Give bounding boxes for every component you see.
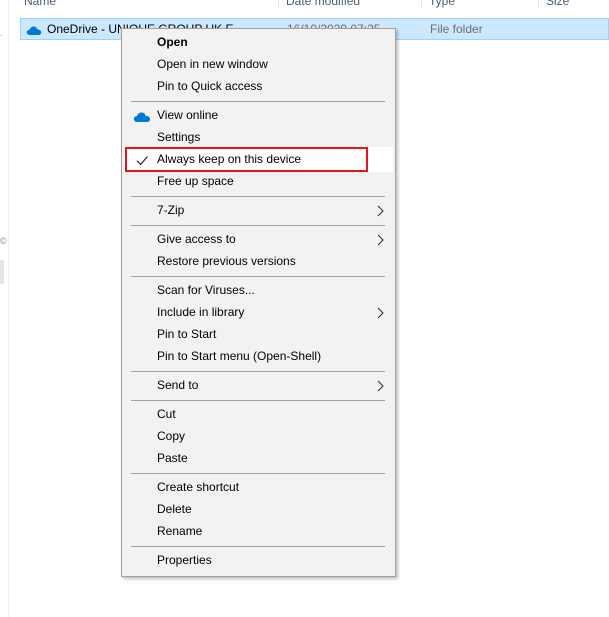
menu-item-pin-to-start-menu-open-shell[interactable]: Pin to Start menu (Open-Shell) — [124, 346, 393, 368]
menu-item-give-access-to[interactable]: Give access to — [124, 229, 393, 251]
file-type: File folder — [430, 22, 483, 36]
menu-item-label: Free up space — [157, 174, 234, 188]
nav-glyph: © — [0, 236, 7, 246]
menu-separator — [131, 101, 385, 102]
menu-item-label: Include in library — [157, 305, 245, 319]
menu-item-7-zip[interactable]: 7-Zip — [124, 200, 393, 222]
menu-item-view-online[interactable]: View online — [124, 105, 393, 127]
menu-item-open[interactable]: Open — [124, 32, 393, 54]
menu-item-label: Scan for Viruses... — [157, 283, 255, 297]
menu-item-delete[interactable]: Delete — [124, 499, 393, 521]
menu-item-open-in-new-window[interactable]: Open in new window — [124, 54, 393, 76]
menu-item-label: Restore previous versions — [157, 254, 296, 268]
column-divider[interactable] — [421, 0, 422, 8]
column-divider[interactable] — [278, 0, 279, 8]
menu-item-include-in-library[interactable]: Include in library — [124, 302, 393, 324]
column-divider[interactable] — [538, 0, 539, 8]
menu-separator — [131, 276, 385, 277]
menu-item-pin-to-start[interactable]: Pin to Start — [124, 324, 393, 346]
navigation-pane-selection — [0, 260, 4, 284]
submenu-arrow-icon — [377, 307, 384, 319]
menu-item-label: Rename — [157, 524, 203, 538]
menu-item-label: Pin to Start — [157, 327, 217, 341]
menu-item-label: Open in new window — [157, 57, 268, 71]
menu-item-label: View online — [157, 108, 219, 122]
context-menu: Open Open in new window Pin to Quick acc… — [121, 28, 396, 577]
menu-separator — [131, 546, 385, 547]
menu-item-label: Create shortcut — [157, 480, 240, 494]
menu-item-copy[interactable]: Copy — [124, 426, 393, 448]
menu-item-rename[interactable]: Rename — [124, 521, 393, 543]
menu-item-label: Send to — [157, 378, 199, 392]
menu-item-restore-previous-versions[interactable]: Restore previous versions — [124, 251, 393, 273]
menu-item-label: Cut — [157, 407, 176, 421]
nav-glyph: · — [0, 30, 3, 40]
navigation-pane-edge — [0, 0, 9, 617]
menu-separator — [131, 225, 385, 226]
menu-item-cut[interactable]: Cut — [124, 404, 393, 426]
menu-item-send-to[interactable]: Send to — [124, 375, 393, 397]
menu-item-label: 7-Zip — [157, 203, 185, 217]
column-header-type[interactable]: Type — [429, 0, 455, 8]
submenu-arrow-icon — [377, 205, 384, 217]
onedrive-cloud-icon — [26, 26, 42, 35]
column-header-date-modified[interactable]: Date modified — [286, 0, 360, 8]
menu-item-label: Copy — [157, 429, 186, 443]
menu-item-label: Delete — [157, 502, 192, 516]
menu-separator — [131, 196, 385, 197]
menu-item-label: Paste — [157, 451, 188, 465]
menu-item-settings[interactable]: Settings — [124, 127, 393, 149]
menu-item-free-up-space[interactable]: Free up space — [124, 171, 393, 193]
menu-separator — [131, 400, 385, 401]
menu-item-create-shortcut[interactable]: Create shortcut — [124, 477, 393, 499]
column-header-name[interactable]: Name — [24, 0, 56, 8]
submenu-arrow-icon — [377, 234, 384, 246]
menu-item-properties[interactable]: Properties — [124, 550, 393, 572]
menu-item-scan-for-viruses[interactable]: Scan for Viruses... — [124, 280, 393, 302]
menu-separator — [131, 371, 385, 372]
menu-item-label: Pin to Start menu (Open-Shell) — [157, 349, 322, 363]
menu-item-paste[interactable]: Paste — [124, 448, 393, 470]
column-header-row: Name Date modified Type Size — [20, 0, 609, 10]
column-header-size[interactable]: Size — [546, 0, 569, 8]
annotation-highlight-box — [125, 147, 368, 172]
menu-item-label: Settings — [157, 130, 201, 144]
menu-item-label: Open — [157, 35, 188, 49]
menu-item-label: Pin to Quick access — [157, 79, 263, 93]
menu-item-label: Give access to — [157, 232, 236, 246]
menu-item-label: Properties — [157, 553, 212, 567]
submenu-arrow-icon — [377, 380, 384, 392]
onedrive-cloud-icon — [133, 112, 151, 122]
menu-separator — [131, 473, 385, 474]
menu-item-pin-to-quick-access[interactable]: Pin to Quick access — [124, 76, 393, 98]
